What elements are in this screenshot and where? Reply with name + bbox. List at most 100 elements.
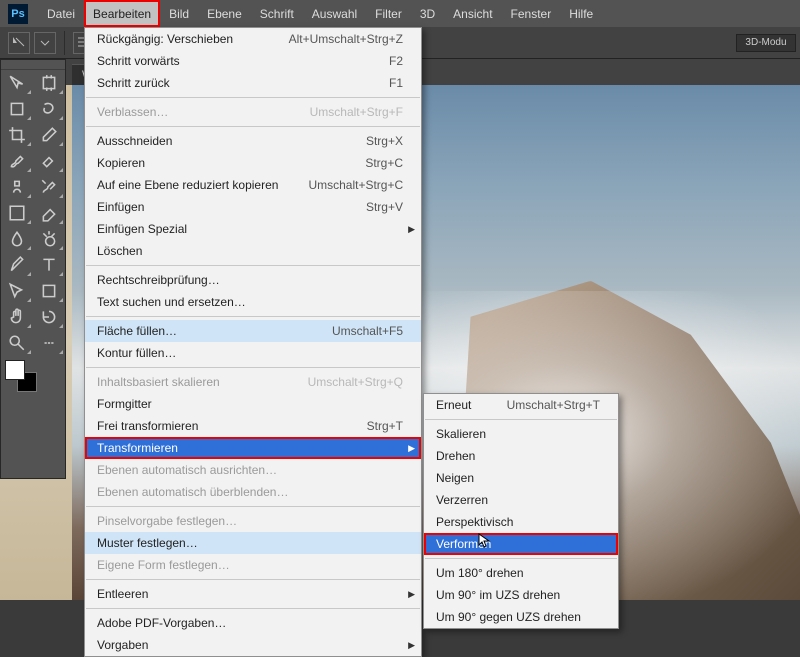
transform-submenu-item-3[interactable]: Drehen: [424, 445, 618, 467]
pen-tool[interactable]: [1, 252, 33, 278]
transform-submenu-item-11[interactable]: Um 90° gegen UZS drehen: [424, 606, 618, 628]
path-select-tool[interactable]: [1, 278, 33, 304]
foreground-color-swatch[interactable]: [5, 360, 25, 380]
menubar-item-filter[interactable]: Filter: [366, 0, 411, 27]
transform-submenu-item-9[interactable]: Um 180° drehen: [424, 562, 618, 584]
eraser-tool[interactable]: [33, 200, 65, 226]
brush-tool[interactable]: [1, 148, 33, 174]
menubar-item-ebene[interactable]: Ebene: [198, 0, 251, 27]
edit-menu-item-9[interactable]: Einfügen Strg+V: [85, 196, 421, 218]
menubar-item-auswahl[interactable]: Auswahl: [303, 0, 366, 27]
transform-submenu-item-0[interactable]: ErneutUmschalt+Strg+T: [424, 394, 618, 416]
menu-item-shortcut: Strg+V: [336, 200, 403, 214]
edit-menu-item-1[interactable]: Schritt vorwärtsF2: [85, 50, 421, 72]
edit-menu-item-6[interactable]: AusschneidenStrg+X: [85, 130, 421, 152]
menu-item-label: Erneut: [436, 398, 471, 412]
menu-item-label: Ausschneiden: [97, 134, 172, 148]
menu-item-shortcut: Umschalt+F5: [302, 324, 403, 338]
edit-toolbar-tool[interactable]: [33, 330, 65, 356]
submenu-arrow-icon: ▶: [408, 589, 415, 600]
menubar-item-datei[interactable]: Datei: [38, 0, 84, 27]
clone-tool[interactable]: [1, 174, 33, 200]
menu-item-shortcut: Umschalt+Strg+C: [278, 178, 403, 192]
menu-separator: [86, 316, 420, 317]
edit-menu-item-20[interactable]: Formgitter: [85, 393, 421, 415]
edit-menu-item-27[interactable]: Muster festlegen…: [85, 532, 421, 554]
rotate-view-tool[interactable]: [33, 304, 65, 330]
menu-separator: [86, 265, 420, 266]
edit-menu-item-22[interactable]: Transformieren▶: [85, 437, 421, 459]
menubar-item-bild[interactable]: Bild: [160, 0, 198, 27]
edit-menu-item-8[interactable]: Auf eine Ebene reduziert kopierenUmschal…: [85, 174, 421, 196]
edit-menu-item-0[interactable]: Rückgängig: VerschiebenAlt+Umschalt+Strg…: [85, 28, 421, 50]
menu-item-label: Frei transformieren: [97, 419, 198, 433]
dodge-tool[interactable]: [33, 226, 65, 252]
menu-separator: [425, 419, 617, 420]
artboard-tool[interactable]: [33, 70, 65, 96]
type-tool[interactable]: [33, 252, 65, 278]
zoom-tool[interactable]: [1, 330, 33, 356]
edit-menu-item-14[interactable]: Text suchen und ersetzen…: [85, 291, 421, 313]
menu-item-label: Verblassen…: [97, 105, 168, 119]
edit-menu-item-7[interactable]: KopierenStrg+C: [85, 152, 421, 174]
hand-tool[interactable]: [1, 304, 33, 330]
edit-menu-item-32[interactable]: Adobe PDF-Vorgaben…: [85, 612, 421, 634]
submenu-arrow-icon: ▶: [408, 640, 415, 651]
menu-item-label: Entleeren: [97, 587, 148, 601]
menu-separator: [86, 126, 420, 127]
transform-submenu-item-10[interactable]: Um 90° im UZS drehen: [424, 584, 618, 606]
edit-menu-item-13[interactable]: Rechtschreibprüfung…: [85, 269, 421, 291]
edit-menu-item-30[interactable]: Entleeren ▶: [85, 583, 421, 605]
edit-menu-item-2[interactable]: Schritt zurückF1: [85, 72, 421, 94]
menu-item-label: Fläche füllen…: [97, 324, 177, 338]
submenu-arrow-icon: ▶: [408, 443, 415, 454]
shape-tool[interactable]: [33, 278, 65, 304]
eyedropper-tool[interactable]: [33, 122, 65, 148]
menu-separator: [86, 608, 420, 609]
edit-menu-item-10[interactable]: Einfügen Spezial▶: [85, 218, 421, 240]
menu-item-label: Schritt zurück: [97, 76, 170, 90]
healing-tool[interactable]: [33, 148, 65, 174]
marquee-tool[interactable]: [1, 96, 33, 122]
menu-separator: [86, 579, 420, 580]
menubar-item-bearbeiten[interactable]: Bearbeiten: [84, 0, 160, 27]
menubar-item-ansicht[interactable]: Ansicht: [444, 0, 501, 27]
edit-menu: Rückgängig: VerschiebenAlt+Umschalt+Strg…: [84, 27, 422, 657]
menu-item-label: Rechtschreibprüfung…: [97, 273, 220, 287]
tool-preset-picker[interactable]: [8, 32, 30, 54]
transform-submenu-item-4[interactable]: Neigen: [424, 467, 618, 489]
gradient-tool[interactable]: [1, 200, 33, 226]
menu-item-label: Einfügen Spezial: [97, 222, 187, 236]
toolbox-grip[interactable]: [1, 60, 65, 70]
transform-submenu-item-5[interactable]: Verzerren: [424, 489, 618, 511]
menubar-item-fenster[interactable]: Fenster: [502, 0, 561, 27]
blur-tool[interactable]: [1, 226, 33, 252]
menubar-item-schrift[interactable]: Schrift: [251, 0, 303, 27]
auto-select-dropdown[interactable]: [34, 32, 56, 54]
history-brush-tool[interactable]: [33, 174, 65, 200]
transform-submenu-item-7[interactable]: Verformen: [424, 533, 618, 555]
edit-menu-item-16[interactable]: Fläche füllen… Umschalt+F5: [85, 320, 421, 342]
edit-menu-item-24: Ebenen automatisch überblenden…: [85, 481, 421, 503]
move-tool[interactable]: [1, 70, 33, 96]
transform-submenu-item-6[interactable]: Perspektivisch: [424, 511, 618, 533]
3d-mode-button[interactable]: 3D-Modu: [736, 34, 796, 52]
menu-item-label: Drehen: [436, 449, 475, 463]
menu-item-shortcut: Strg+C: [335, 156, 403, 170]
toolbox: [0, 59, 66, 479]
menu-item-label: Rückgängig: Verschieben: [97, 32, 233, 46]
menu-item-label: Ebenen automatisch überblenden…: [97, 485, 288, 499]
edit-menu-item-17[interactable]: Kontur füllen…: [85, 342, 421, 364]
menubar-item-hilfe[interactable]: Hilfe: [560, 0, 602, 27]
edit-menu-item-21[interactable]: Frei transformierenStrg+T: [85, 415, 421, 437]
menu-item-label: Um 90° gegen UZS drehen: [436, 610, 581, 624]
edit-menu-item-33[interactable]: Vorgaben▶: [85, 634, 421, 656]
menu-item-label: Einfügen: [97, 200, 144, 214]
color-swatches[interactable]: [1, 356, 65, 396]
lasso-tool[interactable]: [33, 96, 65, 122]
crop-tool[interactable]: [1, 122, 33, 148]
menubar-item-3d[interactable]: 3D: [411, 0, 444, 27]
edit-menu-item-11[interactable]: Löschen: [85, 240, 421, 262]
transform-submenu-item-2[interactable]: Skalieren: [424, 423, 618, 445]
menu-item-shortcut: F2: [359, 54, 403, 68]
